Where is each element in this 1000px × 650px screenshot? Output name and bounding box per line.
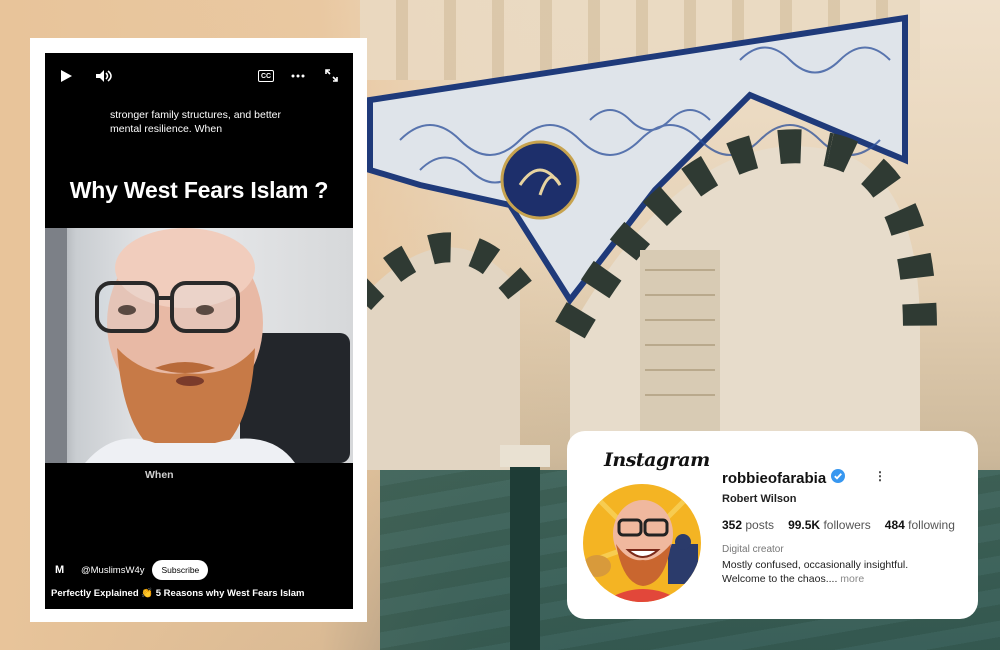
play-icon[interactable] — [59, 69, 73, 83]
channel-row: M @MuslimsW4y Subscribe — [55, 560, 209, 580]
following-label: following — [908, 518, 955, 532]
bio-line-1: Mostly confused, occasionally insightful… — [722, 559, 909, 571]
username-text[interactable]: robbieofarabia — [722, 470, 826, 487]
posts-label: posts — [745, 518, 775, 532]
following-stat[interactable]: 484 following — [885, 518, 955, 532]
bio-more-link[interactable]: more — [840, 573, 864, 585]
video-card: CC stronger family structures, and bette… — [30, 38, 367, 622]
subscribe-button[interactable]: Subscribe — [152, 560, 209, 580]
verified-badge-icon — [831, 469, 846, 487]
options-icon[interactable]: ⋮ — [874, 469, 886, 483]
speaker-portrait — [45, 228, 350, 463]
profile-category: Digital creator — [722, 544, 784, 555]
caption-mid: When — [145, 469, 174, 481]
instagram-profile-card: Instagram robbieofarabia ⋮ Robert Wilson — [567, 431, 978, 619]
video-description[interactable]: Perfectly Explained 👏 5 Reasons why West… — [51, 588, 304, 599]
profile-stats: 352 posts 99.5K followers 484 following — [722, 518, 955, 532]
avatar[interactable] — [583, 484, 701, 602]
profile-username[interactable]: robbieofarabia — [722, 469, 846, 487]
speaker-video-frame — [45, 228, 353, 463]
following-count: 484 — [884, 518, 905, 532]
posts-count: 352 — [722, 518, 743, 532]
instagram-logo: Instagram — [604, 449, 710, 471]
channel-handle[interactable]: @MuslimsW4y — [81, 565, 144, 576]
video-title: Why West Fears Islam ? — [69, 177, 329, 203]
bio-line-2: Welcome to the chaos.... — [722, 573, 838, 585]
video-player[interactable]: CC stronger family structures, and bette… — [45, 53, 353, 609]
followers-label: followers — [823, 518, 871, 532]
channel-logo-icon[interactable]: M — [55, 564, 73, 576]
more-icon[interactable] — [291, 69, 305, 83]
volume-icon[interactable] — [95, 69, 113, 83]
followers-stat[interactable]: 99.5K followers — [788, 518, 871, 532]
profile-display-name: Robert Wilson — [722, 493, 797, 505]
fullscreen-icon[interactable] — [325, 69, 338, 82]
cc-icon[interactable]: CC — [258, 70, 274, 82]
followers-count: 99.5K — [788, 518, 821, 532]
caption-top: stronger family structures, and better m… — [110, 109, 281, 135]
posts-stat[interactable]: 352 posts — [722, 518, 774, 532]
profile-bio: Mostly confused, occasionally insightful… — [722, 558, 908, 586]
